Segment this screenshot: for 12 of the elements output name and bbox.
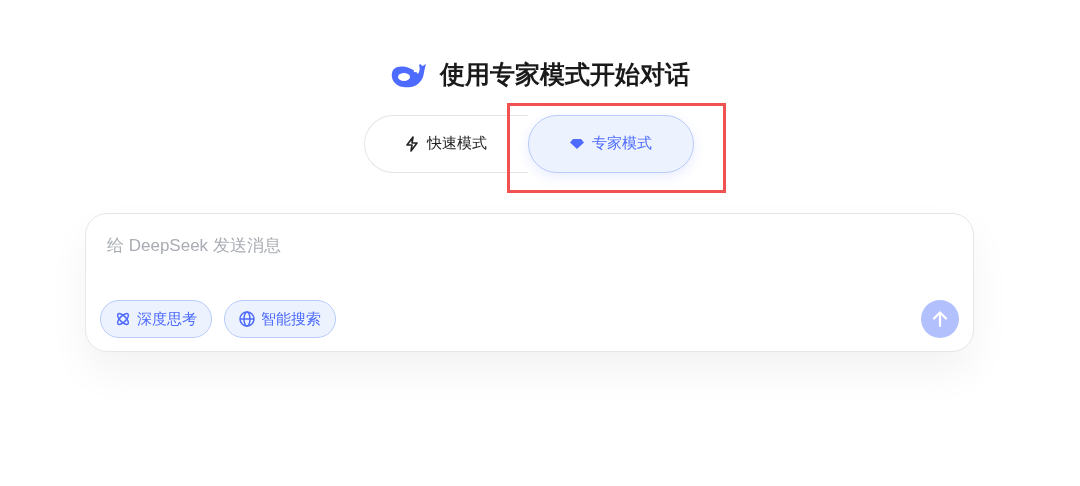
gem-icon bbox=[570, 137, 584, 150]
message-composer[interactable]: 给 DeepSeek 发送消息 深度思考 智能搜索 bbox=[85, 213, 974, 352]
arrow-up-icon bbox=[931, 310, 949, 328]
atom-icon bbox=[115, 311, 131, 327]
message-input-field[interactable]: 给 DeepSeek 发送消息 bbox=[107, 233, 281, 259]
page-title: 使用专家模式开始对话 bbox=[440, 59, 690, 90]
toggle-chip[interactable]: 智能搜索 bbox=[224, 300, 336, 338]
toggle-chip[interactable]: 深度思考 bbox=[100, 300, 212, 338]
globe-icon bbox=[239, 311, 255, 327]
mode-tab[interactable]: 快速模式 bbox=[364, 114, 528, 173]
lightning-icon bbox=[405, 135, 419, 152]
mode-tab[interactable]: 专家模式 bbox=[528, 114, 694, 173]
